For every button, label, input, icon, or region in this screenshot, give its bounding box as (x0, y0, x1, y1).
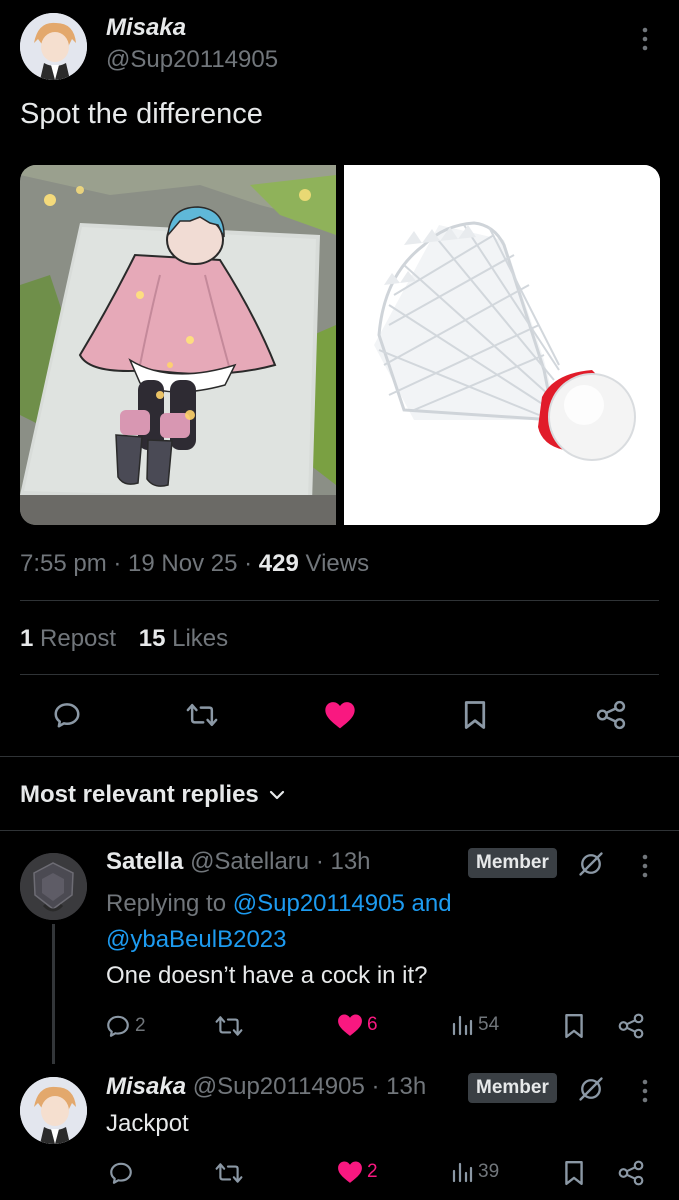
reply-time[interactable]: 13h (386, 1073, 426, 1100)
bookmark-icon[interactable] (563, 1160, 585, 1186)
reply-icon[interactable] (52, 700, 82, 730)
post-image-anime[interactable] (20, 165, 336, 525)
author-handle[interactable]: @Sup20114905 (106, 46, 278, 74)
repost-icon[interactable] (186, 700, 218, 730)
post-date[interactable]: 19 Nov 25 (128, 550, 237, 577)
thread-line (52, 924, 55, 1064)
likes-stat[interactable]: 15 Likes (139, 625, 228, 652)
reply-author-name[interactable]: Satella (106, 848, 183, 875)
post-text: Spot the difference (20, 98, 263, 130)
mute-icon[interactable] (577, 850, 605, 878)
post-image-shuttlecock[interactable] (344, 165, 660, 525)
member-badge[interactable]: Member (468, 848, 557, 878)
likes-label: Likes (172, 625, 229, 652)
like-action[interactable]: 2 (337, 1160, 378, 1184)
divider (20, 600, 659, 601)
views-count: 39 (478, 1161, 500, 1182)
like-icon-filled (337, 1160, 363, 1184)
bookmark-icon[interactable] (563, 1013, 585, 1039)
reply-icon[interactable] (108, 1160, 134, 1186)
replying-to-user-link[interactable]: @ybaBeulB2023 (106, 926, 287, 953)
reply-count: 2 (135, 1015, 146, 1036)
like-action[interactable]: 6 (337, 1013, 378, 1037)
repost-icon[interactable] (215, 1160, 243, 1186)
replying-to: Replying to @Sup20114905 and @ybaBeulB20… (106, 886, 626, 958)
like-count: 6 (367, 1014, 378, 1035)
likes-count: 15 (138, 625, 166, 652)
meta-separator: · (364, 1073, 387, 1100)
reply-author-handle[interactable]: @Satellaru (190, 848, 309, 875)
replying-to-prefix: Replying to (106, 890, 227, 917)
reply-text: One doesn’t have a cock in it? (106, 962, 428, 989)
reply-author-name[interactable]: Misaka (106, 1073, 186, 1100)
divider (20, 674, 659, 675)
meta-separator: · (237, 550, 259, 577)
post-meta: 7:55 pm · 19 Nov 25 · 429 Views (20, 550, 369, 578)
reply-action[interactable]: 2 (105, 1013, 146, 1039)
more-options-icon[interactable] (640, 26, 650, 52)
reply-header: Satella @Satellaru · 13h (106, 848, 371, 876)
media-grid (20, 165, 660, 525)
repost-icon[interactable] (215, 1013, 243, 1039)
post-time[interactable]: 7:55 pm (20, 550, 107, 577)
avatar[interactable] (20, 1077, 87, 1144)
reposts-label: Repost (40, 625, 117, 652)
views-action[interactable]: 54 (450, 1013, 499, 1037)
views-count: 54 (478, 1014, 500, 1035)
reply-icon (105, 1013, 131, 1039)
member-badge[interactable]: Member (468, 1073, 557, 1103)
reposts-stat[interactable]: 1 Repost (20, 625, 116, 652)
mute-icon[interactable] (577, 1075, 605, 1103)
chevron-down-icon (269, 789, 285, 801)
replies-sort-label: Most relevant replies (20, 781, 259, 808)
author-name[interactable]: Misaka (106, 14, 186, 42)
reply-text: Jackpot (106, 1110, 189, 1137)
share-icon[interactable] (617, 1160, 645, 1186)
views-count: 429 (258, 550, 299, 577)
views-action[interactable]: 39 (450, 1160, 499, 1184)
replying-to-and[interactable]: and (412, 890, 452, 917)
like-icon-filled (337, 1013, 363, 1037)
more-options-icon[interactable] (640, 1078, 650, 1104)
divider (0, 830, 679, 831)
reposts-count: 1 (20, 625, 34, 652)
meta-separator: · (309, 848, 331, 875)
more-options-icon[interactable] (640, 853, 650, 879)
share-icon[interactable] (617, 1013, 645, 1039)
bookmark-icon[interactable] (462, 700, 488, 730)
like-icon-filled[interactable] (324, 700, 356, 730)
views-chart-icon (450, 1013, 474, 1037)
like-count: 2 (367, 1161, 378, 1182)
share-icon[interactable] (595, 700, 627, 730)
avatar[interactable] (20, 853, 87, 920)
replying-to-user-link[interactable]: @Sup20114905 (233, 890, 405, 917)
avatar[interactable] (20, 13, 87, 80)
reply-time[interactable]: 13h (330, 848, 370, 875)
reply-author-handle[interactable]: @Sup20114905 (193, 1073, 365, 1100)
divider (0, 756, 679, 757)
meta-separator: · (106, 550, 129, 577)
replies-sort-dropdown[interactable]: Most relevant replies (20, 781, 285, 809)
reply-header: Misaka @Sup20114905 · 13h (106, 1073, 426, 1101)
views-chart-icon (450, 1160, 474, 1184)
engagement-stats: 1 Repost 15 Likes (20, 625, 228, 653)
views-label: Views (305, 550, 370, 577)
